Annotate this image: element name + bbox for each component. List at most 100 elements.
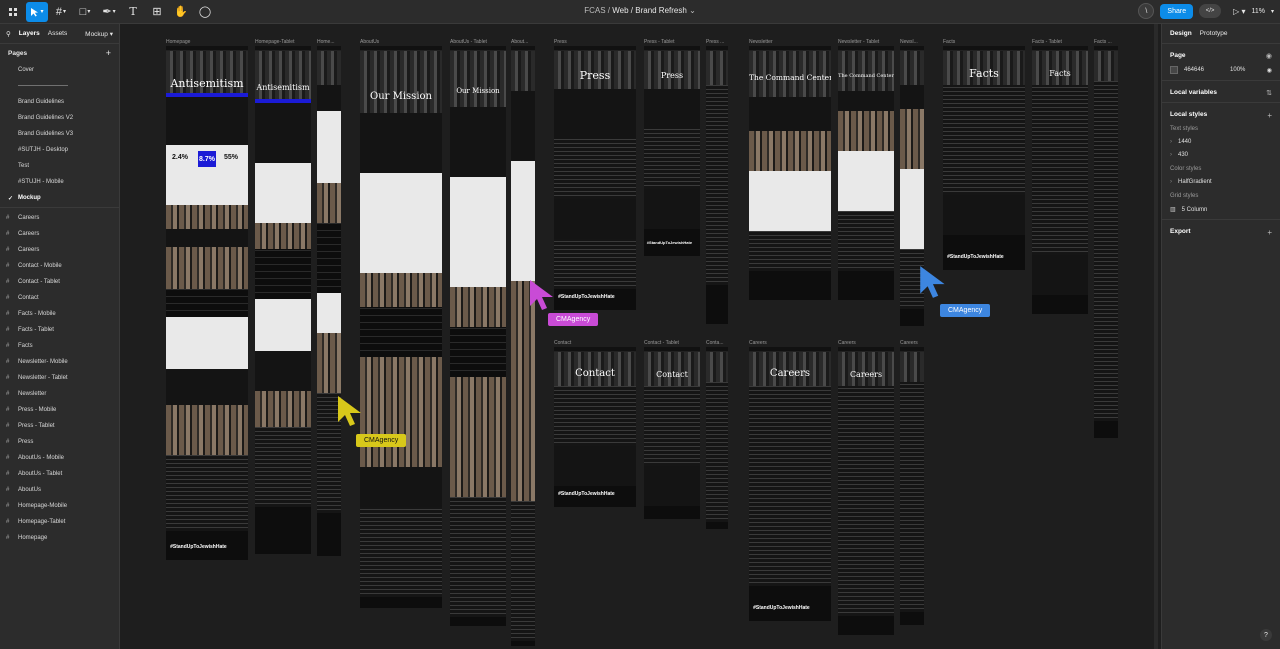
dev-mode-toggle[interactable]: </> bbox=[1199, 4, 1222, 18]
move-tool-icon[interactable]: ▾ bbox=[26, 1, 48, 22]
layer-item[interactable]: # Homepage bbox=[0, 530, 119, 546]
frame-contact-mobile[interactable] bbox=[706, 347, 728, 529]
pen-tool-icon[interactable]: ✒ ▾ bbox=[98, 2, 120, 22]
frame-label-homepage[interactable]: Homepage bbox=[166, 39, 190, 45]
share-button[interactable]: Share bbox=[1160, 3, 1194, 19]
frame-label-careers[interactable]: Careers bbox=[749, 340, 767, 346]
frame-aboutus[interactable]: Our Mission bbox=[360, 46, 442, 608]
frame-contact-tablet[interactable]: Contact bbox=[644, 347, 700, 519]
frame-homepage-tablet[interactable]: Antisemitism bbox=[255, 46, 311, 554]
frame-label-newsletter[interactable]: Newsletter bbox=[749, 39, 773, 45]
layer-item[interactable]: # Careers bbox=[0, 226, 119, 242]
hand-tool-icon[interactable]: ✋ bbox=[170, 2, 192, 22]
main-menu-icon[interactable] bbox=[2, 2, 24, 22]
canvas-scrollbar[interactable] bbox=[1154, 24, 1158, 649]
layer-item[interactable]: # Newsletter - Tablet bbox=[0, 370, 119, 386]
layer-item[interactable]: # Contact - Mobile bbox=[0, 258, 119, 274]
page-item[interactable]: Cover bbox=[0, 62, 119, 78]
layer-item[interactable]: # Facts - Mobile bbox=[0, 306, 119, 322]
text-style-item[interactable]: › 1440 bbox=[1170, 139, 1272, 145]
page-item[interactable]: ✓ Mockup bbox=[0, 190, 119, 206]
frame-careers[interactable]: Careers #StandUpToJewishHate bbox=[749, 347, 831, 621]
page-item[interactable]: #STUJH - Mobile bbox=[0, 174, 119, 190]
tab-assets[interactable]: Assets bbox=[48, 30, 68, 37]
chevron-down-icon[interactable]: ⌄ bbox=[689, 6, 696, 15]
frame-facts-tablet[interactable]: Facts bbox=[1032, 46, 1088, 314]
frame-label-contact-tablet[interactable]: Contact - Tablet bbox=[644, 340, 679, 346]
layer-item[interactable]: # Homepage-Tablet bbox=[0, 514, 119, 530]
tab-layers[interactable]: Layers bbox=[19, 30, 40, 37]
avatar[interactable]: \ bbox=[1138, 3, 1155, 19]
frame-homepage-mobile[interactable] bbox=[317, 46, 341, 556]
text-style-item[interactable]: › 430 bbox=[1170, 152, 1272, 158]
frame-label-press-tablet[interactable]: Press - Tablet bbox=[644, 39, 674, 45]
layer-item[interactable]: # Facts - Tablet bbox=[0, 322, 119, 338]
frame-press[interactable]: Press #StandUpToJewishHate bbox=[554, 46, 636, 310]
visibility-icon[interactable]: ◉ bbox=[1267, 67, 1272, 74]
frame-label-press[interactable]: Press bbox=[554, 39, 567, 45]
frame-label-careers-tablet[interactable]: Careers bbox=[838, 340, 856, 346]
page-item[interactable]: Brand Guidelines bbox=[0, 94, 119, 110]
frame-contact[interactable]: Contact #StandUpToJewishHate bbox=[554, 347, 636, 507]
layer-item[interactable]: # Press - Mobile bbox=[0, 402, 119, 418]
local-variables-section[interactable]: Local variables ⇅ bbox=[1162, 81, 1280, 103]
layer-item[interactable]: # Careers bbox=[0, 210, 119, 226]
frame-label-homepage-mobile[interactable]: Home... bbox=[317, 39, 335, 45]
layer-item[interactable]: # AboutUs - Mobile bbox=[0, 450, 119, 466]
page-item[interactable]: Test bbox=[0, 158, 119, 174]
color-style-item[interactable]: › HalfGradient bbox=[1170, 179, 1272, 185]
frame-facts-mobile[interactable] bbox=[1094, 46, 1118, 438]
frame-label-facts[interactable]: Facts bbox=[943, 39, 955, 45]
bg-opacity[interactable]: 100% bbox=[1230, 67, 1245, 73]
frame-label-aboutus[interactable]: AboutUs bbox=[360, 39, 379, 45]
help-button[interactable]: ? bbox=[1260, 629, 1272, 641]
frame-aboutus-mobile[interactable] bbox=[511, 46, 535, 646]
comment-tool-icon[interactable]: ◯ bbox=[194, 2, 216, 22]
frame-label-press-mobile[interactable]: Press ... bbox=[706, 39, 724, 45]
frame-label-aboutus-tablet[interactable]: AboutUs - Tablet bbox=[450, 39, 487, 45]
frame-label-facts-mobile[interactable]: Facts ... bbox=[1094, 39, 1112, 45]
zoom-level[interactable]: 11% bbox=[1251, 8, 1265, 15]
frame-label-contact-mobile[interactable]: Conta... bbox=[706, 340, 724, 346]
eye-icon[interactable]: ◉ bbox=[1266, 52, 1272, 60]
frame-tool-icon[interactable]: # ▾ bbox=[50, 2, 72, 22]
layer-item[interactable]: # Press bbox=[0, 434, 119, 450]
bg-color-hex[interactable]: 464646 bbox=[1184, 67, 1204, 73]
add-style-icon[interactable]: + bbox=[1267, 111, 1272, 120]
layer-item[interactable]: # Newsletter bbox=[0, 386, 119, 402]
tab-prototype[interactable]: Prototype bbox=[1200, 30, 1228, 37]
layer-item[interactable]: # Newsletter- Mobile bbox=[0, 354, 119, 370]
text-tool-icon[interactable]: T bbox=[122, 2, 144, 22]
frame-press-tablet[interactable]: Press #StandUpToJewishHate bbox=[644, 46, 700, 256]
frame-label-careers-mobile[interactable]: Careers bbox=[900, 340, 918, 346]
variables-settings-icon[interactable]: ⇅ bbox=[1266, 89, 1272, 97]
layer-item[interactable]: # Facts bbox=[0, 338, 119, 354]
frame-facts[interactable]: Facts #StandUpToJewishHate bbox=[943, 46, 1025, 270]
layer-item[interactable]: # AboutUs bbox=[0, 482, 119, 498]
page-item[interactable]: Brand Guidelines V2 bbox=[0, 110, 119, 126]
present-icon[interactable]: ▷ ▾ bbox=[1233, 7, 1245, 16]
frame-newsletter[interactable]: The Command Center #StandUpToJewishHate bbox=[749, 46, 831, 300]
tab-design[interactable]: Design bbox=[1170, 30, 1192, 37]
layer-item[interactable]: # Homepage-Mobile bbox=[0, 498, 119, 514]
shape-tool-icon[interactable]: □ ▾ bbox=[74, 2, 96, 22]
layer-item[interactable]: # Contact bbox=[0, 290, 119, 306]
export-section[interactable]: Export + bbox=[1162, 220, 1280, 241]
frame-label-aboutus-mobile[interactable]: About... bbox=[511, 39, 528, 45]
page-item[interactable]: #SUTJH - Desktop bbox=[0, 142, 119, 158]
frame-careers-tablet[interactable]: Careers bbox=[838, 347, 894, 635]
page-item[interactable]: Brand Guidelines V3 bbox=[0, 126, 119, 142]
frame-label-facts-tablet[interactable]: Facts - Tablet bbox=[1032, 39, 1062, 45]
add-page-icon[interactable]: + bbox=[106, 48, 111, 58]
grid-style-item[interactable]: ▥ 5 Column bbox=[1170, 206, 1272, 214]
frame-label-homepage-tablet[interactable]: Homepage-Tablet bbox=[255, 39, 294, 45]
frame-press-mobile[interactable] bbox=[706, 46, 728, 324]
layer-item[interactable]: # Press - Tablet bbox=[0, 418, 119, 434]
layer-item[interactable]: # Careers bbox=[0, 242, 119, 258]
search-icon[interactable]: ⚲ bbox=[6, 30, 11, 38]
frame-aboutus-tablet[interactable]: Our Mission bbox=[450, 46, 506, 626]
resources-icon[interactable]: ⊞ bbox=[146, 2, 168, 22]
layer-item[interactable]: # AboutUs - Tablet bbox=[0, 466, 119, 482]
frame-homepage[interactable]: Antisemitism 2.4% 8.7% 55% #StandUpToJew… bbox=[166, 46, 248, 560]
bg-color-swatch[interactable] bbox=[1170, 66, 1178, 74]
